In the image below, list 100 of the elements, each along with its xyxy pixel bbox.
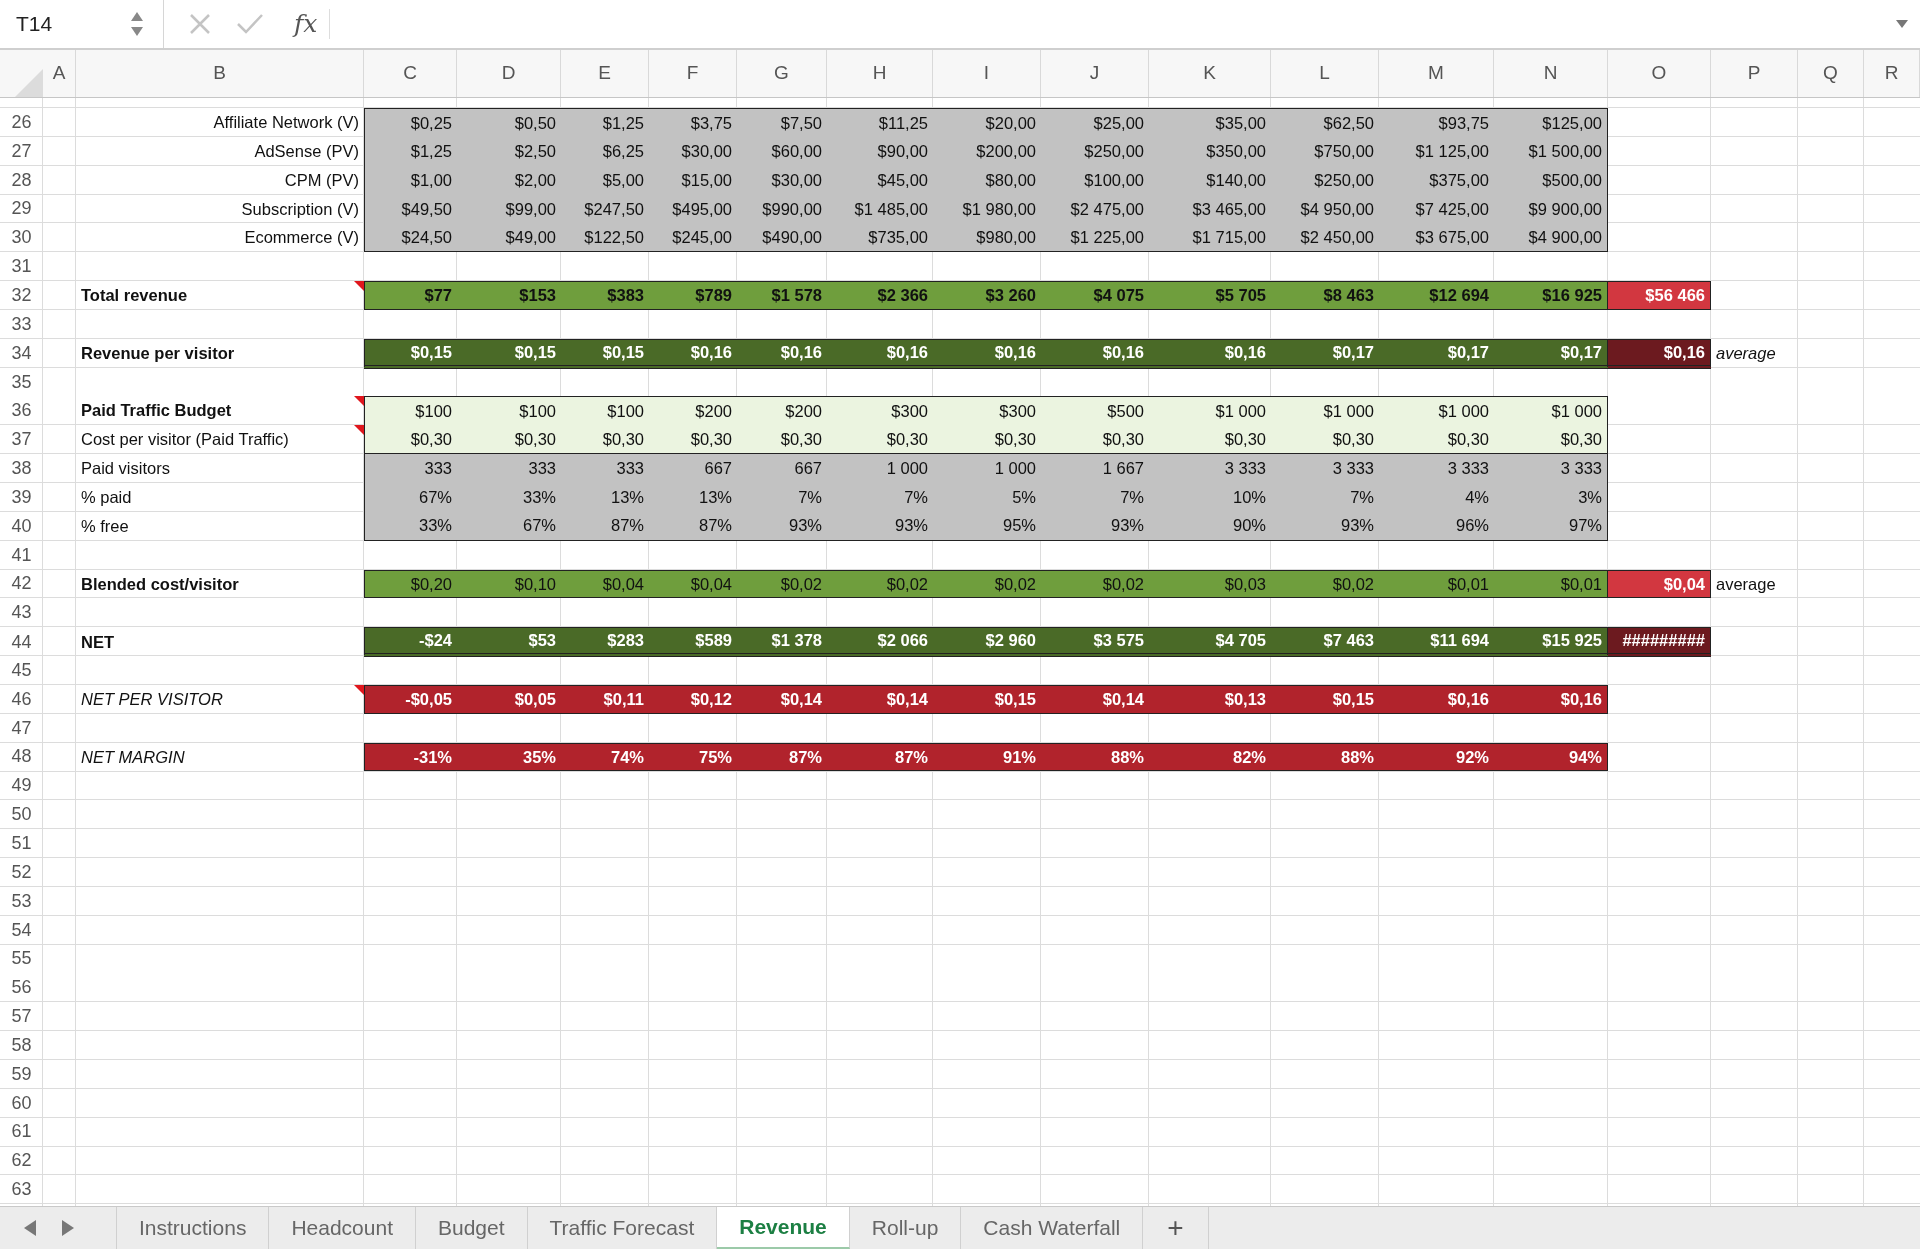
- row-number[interactable]: 60: [0, 1088, 43, 1118]
- row-number[interactable]: 40: [0, 511, 43, 541]
- add-sheet-button[interactable]: +: [1143, 1207, 1209, 1249]
- row-number[interactable]: 55: [0, 944, 43, 974]
- sheet-tab[interactable]: Headcount: [269, 1207, 416, 1249]
- row-number[interactable]: 30: [0, 223, 43, 253]
- table-cell: 3 333: [1494, 454, 1608, 483]
- table-cell: #########: [1608, 627, 1711, 657]
- row-number[interactable]: 45: [0, 656, 43, 685]
- column-header[interactable]: I: [933, 50, 1041, 97]
- sheet-tab[interactable]: Budget: [415, 1207, 528, 1249]
- column-header[interactable]: O: [1608, 50, 1711, 97]
- row-number[interactable]: 63: [0, 1175, 43, 1205]
- row-number[interactable]: 54: [0, 915, 43, 945]
- table-cell: 93%: [1041, 511, 1149, 541]
- row-number[interactable]: 27: [0, 136, 43, 166]
- column-header[interactable]: H: [827, 50, 933, 97]
- table-cell: $93,75: [1379, 108, 1494, 137]
- name-box[interactable]: T14: [0, 0, 164, 48]
- row-number[interactable]: 61: [0, 1117, 43, 1147]
- row-number[interactable]: 48: [0, 742, 43, 772]
- column-header[interactable]: D: [457, 50, 561, 97]
- row-number[interactable]: 44: [0, 627, 43, 657]
- row-number[interactable]: 29: [0, 194, 43, 224]
- column-header[interactable]: B: [76, 50, 364, 97]
- row-number[interactable]: 42: [0, 569, 43, 599]
- left-arrow-icon[interactable]: [24, 1220, 36, 1236]
- row-number[interactable]: 52: [0, 857, 43, 887]
- table-cell: $1,00: [364, 165, 457, 195]
- check-icon[interactable]: [236, 12, 264, 36]
- table-cell: $0,16: [933, 338, 1041, 369]
- table-cell: $2 366: [827, 281, 933, 310]
- table-cell: $0,04: [1608, 569, 1711, 599]
- row-number[interactable]: 43: [0, 598, 43, 628]
- table-cell: $0,05: [457, 684, 561, 714]
- table-cell: $0,30: [1271, 425, 1379, 455]
- row-number[interactable]: 53: [0, 886, 43, 916]
- column-header[interactable]: C: [364, 50, 457, 97]
- row-number[interactable]: 46: [0, 684, 43, 714]
- table-cell: $200: [649, 396, 737, 426]
- table-cell: $1 225,00: [1041, 223, 1149, 253]
- row-number[interactable]: 57: [0, 1002, 43, 1031]
- function-button[interactable]: fx: [288, 5, 324, 43]
- column-header[interactable]: N: [1494, 50, 1608, 97]
- row-number[interactable]: 58: [0, 1031, 43, 1060]
- sheet-tab[interactable]: Instructions: [116, 1207, 270, 1249]
- row-number[interactable]: 26: [0, 108, 43, 137]
- row-number[interactable]: 33: [0, 309, 43, 339]
- right-arrow-icon[interactable]: [62, 1220, 74, 1236]
- row-number[interactable]: 38: [0, 454, 43, 483]
- table-cell: $0,25: [364, 108, 457, 137]
- column-header[interactable]: P: [1711, 50, 1798, 97]
- row-number[interactable]: 62: [0, 1146, 43, 1176]
- row-number[interactable]: 32: [0, 281, 43, 310]
- table-cell: $1,25: [561, 108, 649, 137]
- row-number[interactable]: 28: [0, 165, 43, 195]
- row-number[interactable]: 50: [0, 800, 43, 830]
- row-label: % paid: [80, 487, 133, 508]
- table-cell: $7 425,00: [1379, 194, 1494, 224]
- row-number[interactable]: 47: [0, 713, 43, 743]
- table-cell: $250,00: [1271, 165, 1379, 195]
- row-number[interactable]: 56: [0, 973, 43, 1003]
- sheet-tab[interactable]: Cash Waterfall: [961, 1207, 1144, 1249]
- table-cell: 667: [649, 454, 737, 483]
- table-cell: $0,30: [1494, 425, 1608, 455]
- row-number[interactable]: 37: [0, 425, 43, 455]
- table-cell: 333: [364, 454, 457, 483]
- row-number[interactable]: 59: [0, 1059, 43, 1089]
- column-header[interactable]: G: [737, 50, 827, 97]
- column-header[interactable]: M: [1379, 50, 1494, 97]
- row-number[interactable]: 49: [0, 771, 43, 801]
- caret-icon[interactable]: [1896, 20, 1908, 28]
- table-cell: $1 500,00: [1494, 136, 1608, 166]
- table-cell: $200: [737, 396, 827, 426]
- table-cell: $375,00: [1379, 165, 1494, 195]
- column-header[interactable]: A: [43, 50, 76, 97]
- row-label: Ecommerce (V): [243, 227, 360, 249]
- table-cell: $56 466: [1608, 281, 1711, 310]
- sheet-tab[interactable]: Revenue: [717, 1207, 850, 1249]
- table-cell: $0,50: [457, 108, 561, 137]
- column-header[interactable]: R: [1864, 50, 1920, 97]
- column-header[interactable]: E: [561, 50, 649, 97]
- column-header[interactable]: J: [1041, 50, 1149, 97]
- table-cell: $0,01: [1379, 569, 1494, 599]
- row-number[interactable]: 35: [0, 367, 43, 397]
- row-number[interactable]: 39: [0, 482, 43, 512]
- column-header[interactable]: Q: [1798, 50, 1864, 97]
- table-cell: $30,00: [737, 165, 827, 195]
- sheet-tab[interactable]: Roll-up: [849, 1207, 962, 1249]
- row-number[interactable]: 51: [0, 829, 43, 858]
- row-number[interactable]: 34: [0, 338, 43, 369]
- row-number[interactable]: 41: [0, 540, 43, 570]
- row-number[interactable]: 31: [0, 252, 43, 282]
- table-cell: $4 900,00: [1494, 223, 1608, 253]
- row-number[interactable]: 36: [0, 396, 43, 426]
- column-header[interactable]: F: [649, 50, 737, 97]
- column-header[interactable]: L: [1271, 50, 1379, 97]
- stepper-icon[interactable]: [130, 11, 144, 37]
- table-cell: $0,30: [1379, 425, 1494, 455]
- column-header[interactable]: K: [1149, 50, 1271, 97]
